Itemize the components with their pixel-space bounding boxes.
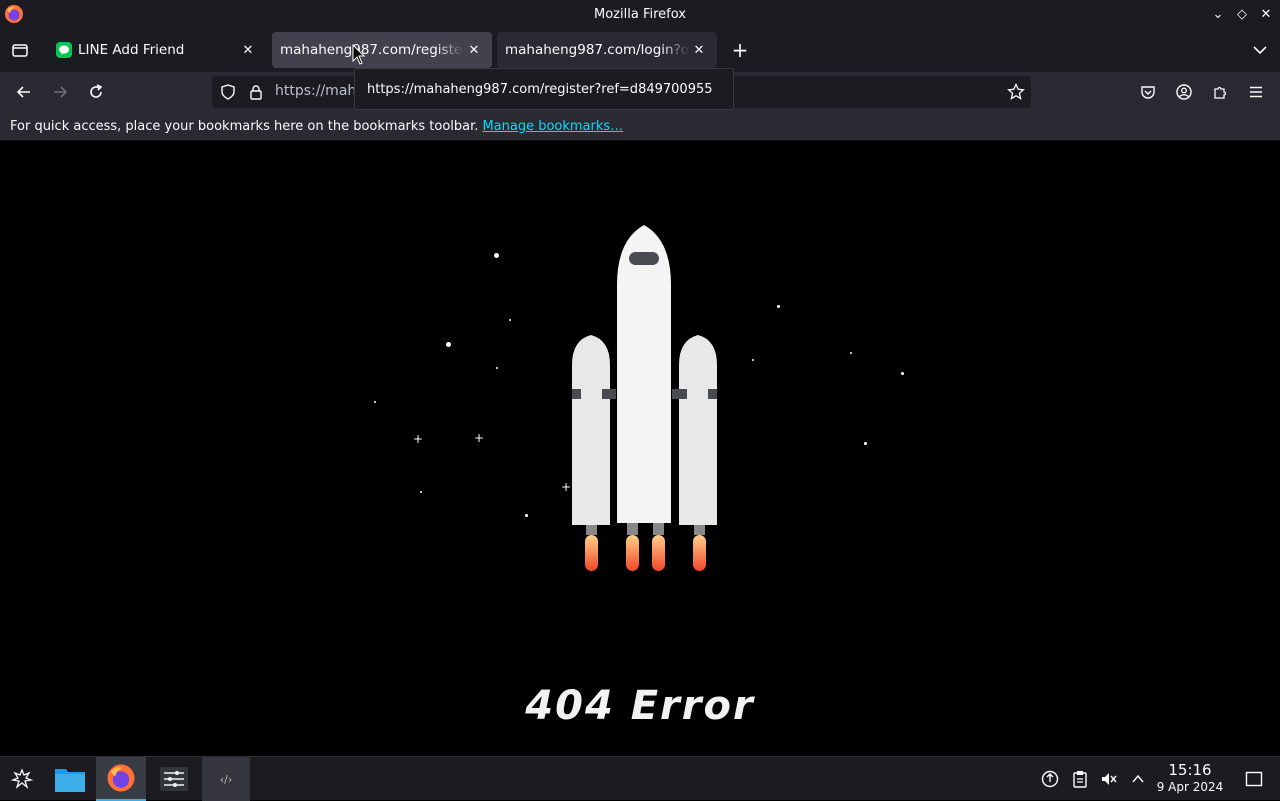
list-all-tabs-icon[interactable] — [1250, 40, 1270, 60]
app-menu-button[interactable] — [1244, 80, 1268, 104]
star — [496, 367, 498, 369]
tab-register[interactable]: mahaheng987.com/register?ref=d849700955 … — [272, 32, 492, 68]
reload-icon — [90, 84, 103, 98]
back-arrow-icon — [16, 86, 30, 98]
url-input[interactable]: https://mah — [275, 83, 356, 99]
taskbar-code-editor[interactable]: ‹/› — [202, 757, 250, 801]
rocket-illustration — [572, 225, 717, 571]
puzzle-icon — [1214, 86, 1227, 99]
digital-clock[interactable]: 15:16 9 Apr 2024 — [1150, 761, 1230, 795]
star — [864, 442, 867, 445]
account-icon — [1176, 84, 1192, 100]
tab-title: mahaheng987.com/login?op — [505, 42, 689, 58]
code-icon: ‹/› — [219, 772, 233, 786]
tab-login[interactable]: mahaheng987.com/login?op ✕ — [497, 32, 717, 68]
mouse-cursor-icon — [352, 44, 366, 65]
star — [374, 401, 376, 403]
taskbar: ‹/› 15:16 9 Apr 2024 — [0, 756, 1280, 801]
settings-sliders-icon — [160, 767, 188, 791]
extensions-button[interactable] — [1208, 80, 1232, 104]
bookmarks-hint-text: For quick access, place your bookmarks h… — [10, 118, 479, 134]
star — [446, 342, 451, 347]
taskbar-settings[interactable] — [150, 757, 198, 801]
star — [901, 372, 904, 375]
maximize-icon[interactable]: ◇ — [1234, 4, 1250, 24]
network-tray-icon[interactable] — [1040, 769, 1060, 789]
forward-button[interactable] — [48, 80, 72, 104]
minimize-icon[interactable]: ⌄ — [1210, 4, 1226, 24]
firefox-view-button[interactable] — [8, 38, 32, 62]
window-controls: ⌄ ◇ ✕ — [1210, 4, 1274, 24]
close-tab-icon[interactable]: ✕ — [464, 40, 484, 60]
star — [420, 491, 422, 493]
window-titlebar: Mozilla Firefox ⌄ ◇ ✕ — [0, 0, 1280, 28]
close-window-icon[interactable]: ✕ — [1258, 4, 1274, 24]
manage-bookmarks-link[interactable]: Manage bookmarks… — [482, 119, 623, 134]
star — [850, 352, 852, 354]
tab-line-add-friend[interactable]: LINE Add Friend ✕ — [48, 32, 266, 68]
tab-title: LINE Add Friend — [78, 42, 185, 58]
launcher-icon — [10, 768, 34, 789]
firefox-logo-icon — [5, 5, 23, 23]
firefox-view-icon — [12, 44, 28, 57]
tooltip-text: https://mahaheng987.com/register?ref=d84… — [367, 81, 713, 97]
forward-arrow-icon — [54, 86, 68, 98]
hamburger-menu-icon — [1250, 86, 1262, 98]
clock-date: 9 Apr 2024 — [1156, 780, 1224, 794]
volume-muted-tray-icon[interactable] — [1099, 769, 1119, 789]
lock-icon[interactable] — [248, 84, 264, 100]
close-tab-icon[interactable]: ✕ — [238, 40, 258, 60]
error-heading: 404 Error — [525, 683, 755, 729]
taskbar-file-manager[interactable] — [48, 757, 92, 801]
star — [494, 253, 499, 258]
back-button[interactable] — [12, 80, 36, 104]
line-favicon-icon — [56, 42, 72, 58]
reload-button[interactable] — [84, 80, 108, 104]
pocket-button[interactable] — [1136, 80, 1160, 104]
star — [752, 359, 754, 361]
new-tab-button[interactable]: + — [729, 38, 751, 62]
bookmarks-toolbar: For quick access, place your bookmarks h… — [0, 112, 1280, 141]
sparkle-star: + — [474, 431, 485, 445]
close-tab-icon[interactable]: ✕ — [689, 40, 709, 60]
clipboard-tray-icon[interactable] — [1070, 769, 1090, 789]
star — [509, 319, 511, 321]
taskbar-firefox[interactable] — [96, 757, 146, 801]
account-button[interactable] — [1172, 80, 1196, 104]
clock-time: 15:16 — [1168, 761, 1212, 779]
window-title: Mozilla Firefox — [594, 6, 686, 22]
shield-icon[interactable] — [220, 84, 236, 100]
star — [777, 305, 780, 308]
bookmark-star-icon[interactable] — [1007, 83, 1025, 101]
pocket-icon — [1141, 86, 1155, 99]
sparkle-star: + — [413, 432, 424, 446]
folder-icon — [55, 769, 85, 792]
tab-tooltip: https://mahaheng987.com/register?ref=d84… — [354, 68, 734, 110]
show-hidden-icons-chevron-icon[interactable] — [1128, 769, 1148, 789]
tab-bar: LINE Add Friend ✕ mahaheng987.com/regist… — [0, 28, 1280, 72]
plus-icon: + — [731, 38, 749, 62]
firefox-icon — [107, 764, 135, 792]
application-launcher[interactable] — [0, 757, 44, 801]
tab-title: mahaheng987.com/register?ref=d849700955 — [280, 42, 464, 58]
star — [525, 514, 528, 517]
show-desktop-icon[interactable] — [1244, 769, 1264, 789]
